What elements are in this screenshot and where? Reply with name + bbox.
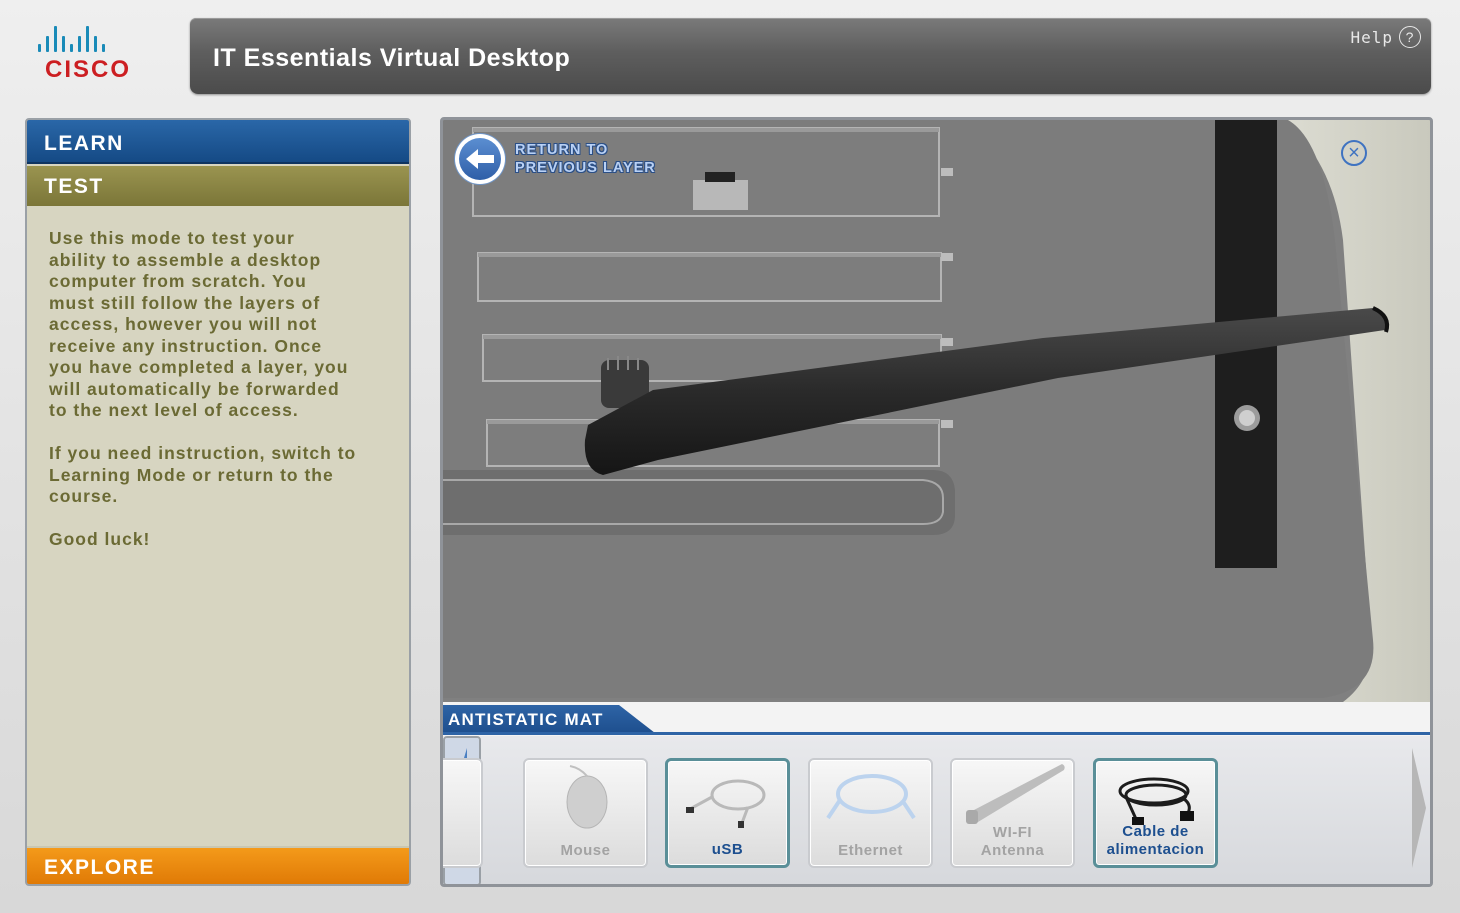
- tray-item-usb[interactable]: uSB: [665, 758, 790, 868]
- help-icon: ?: [1399, 26, 1421, 48]
- computer-case-scene[interactable]: RETURN TO PREVIOUS LAYER ×: [443, 120, 1430, 702]
- case-back-illustration: [443, 120, 1430, 702]
- cisco-wordmark: CISCO: [45, 56, 132, 83]
- tray-item-label: WI-FI Antenna: [980, 824, 1045, 859]
- tray-item-label: Ethernet: [838, 842, 903, 859]
- help-button[interactable]: Help ?: [1350, 26, 1421, 48]
- app-title: IT Essentials Virtual Desktop: [213, 44, 571, 72]
- workspace-viewport: RETURN TO PREVIOUS LAYER × ANTISTATIC MA…: [440, 117, 1433, 887]
- tray-item-power-cable[interactable]: Cable de alimentacion: [1093, 758, 1218, 868]
- mat-divider: [443, 732, 1430, 735]
- back-arrow-icon: [455, 134, 505, 184]
- tray-item-mouse[interactable]: Mouse: [523, 758, 648, 868]
- mode-panel: LEARN TEST Use this mode to test your ab…: [25, 118, 411, 886]
- tray-item-label: Cable de alimentacion: [1106, 823, 1205, 858]
- antistatic-mat-label: ANTISTATIC MAT: [443, 705, 655, 733]
- tab-learn[interactable]: LEARN: [27, 120, 409, 164]
- cisco-bars-icon: [38, 26, 154, 52]
- component-tray: Mouse uSB Ethernet WI-FI Antenna Cable d…: [443, 736, 1430, 884]
- tray-item-ethernet[interactable]: Ethernet: [808, 758, 933, 868]
- tray-item-partial[interactable]: [443, 758, 483, 868]
- cisco-logo: CISCO: [34, 26, 154, 88]
- mode-description: Use this mode to test your ability to as…: [49, 228, 357, 549]
- tray-item-label: Mouse: [560, 842, 611, 859]
- header-bar: IT Essentials Virtual Desktop Help ?: [190, 18, 1431, 94]
- tab-test[interactable]: TEST: [27, 166, 409, 206]
- tray-scroll-right-arrow-icon[interactable]: [1392, 736, 1430, 884]
- tray-item-wifi-antenna[interactable]: WI-FI Antenna: [950, 758, 1075, 868]
- return-label: RETURN TO PREVIOUS LAYER: [515, 142, 656, 176]
- tab-explore[interactable]: EXPLORE: [27, 846, 409, 884]
- close-icon[interactable]: ×: [1341, 140, 1367, 166]
- return-previous-layer-button[interactable]: RETURN TO PREVIOUS LAYER: [455, 134, 656, 184]
- help-label: Help: [1350, 27, 1393, 47]
- tray-item-label: uSB: [711, 841, 744, 858]
